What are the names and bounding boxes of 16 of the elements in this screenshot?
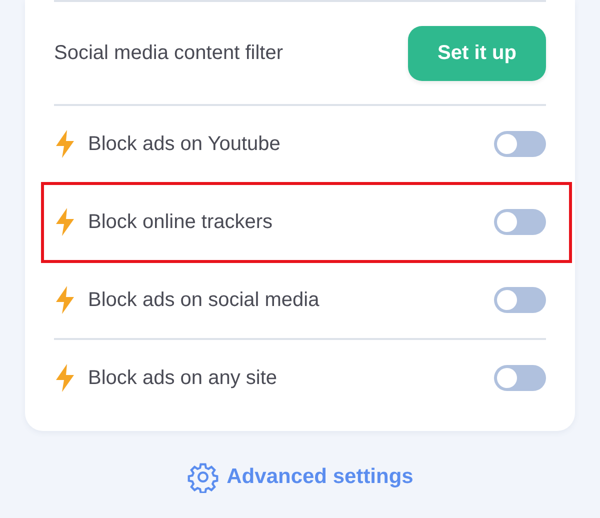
toggle-label: Block ads on Youtube: [88, 132, 280, 157]
filter-label: Social media content filter: [54, 41, 284, 66]
toggle-label: Block ads on social media: [88, 288, 320, 313]
advanced-settings-link[interactable]: Advanced settings: [186, 461, 414, 493]
lightning-icon: [54, 363, 76, 393]
toggle-label: Block ads on any site: [88, 366, 277, 391]
toggle-switch[interactable]: [494, 365, 546, 391]
lightning-icon: [54, 285, 76, 315]
toggle-switch[interactable]: [494, 131, 546, 157]
settings-icon: [186, 461, 219, 493]
lightning-icon: [54, 207, 76, 237]
toggle-switch[interactable]: [494, 287, 546, 313]
toggle-switch[interactable]: [494, 209, 546, 235]
toggle-label: Block online trackers: [88, 210, 273, 235]
lightning-icon: [54, 129, 76, 159]
set-up-button[interactable]: Set it up: [408, 26, 546, 80]
